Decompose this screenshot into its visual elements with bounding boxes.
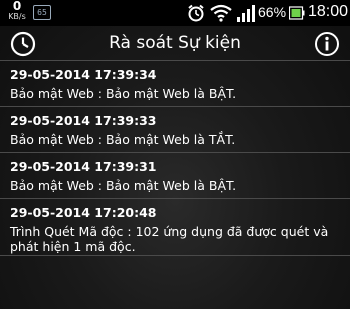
event-time: 29-05-2014 17:39:31 [10,159,157,174]
sim-icon: 65 [33,5,51,20]
event-message: Bảo mật Web : Bảo mật Web là TẮT. [10,132,236,147]
event-item[interactable]: 29-05-2014 17:39:34 Bảo mật Web : Bảo mậ… [0,60,350,106]
wifi-icon [210,4,232,22]
network-speed-unit: KB/s [8,12,26,21]
event-item[interactable]: 29-05-2014 17:20:48 Trình Quét Mã độc : … [0,198,350,256]
action-bar: Rà soát Sự kiện [0,26,350,60]
alarm-icon [188,4,204,22]
network-speed-indicator: 0 KB/s [4,0,30,22]
event-item[interactable]: 29-05-2014 17:39:33 Bảo mật Web : Bảo mậ… [0,106,350,152]
battery-percent: 66% [258,4,287,20]
event-list: 29-05-2014 17:39:34 Bảo mật Web : Bảo mậ… [0,60,350,256]
info-icon[interactable] [314,31,340,57]
event-time: 29-05-2014 17:20:48 [10,205,157,220]
status-bar: 0 KB/s 65 66% 18:00 [0,0,350,26]
event-time: 29-05-2014 17:39:34 [10,67,157,82]
network-speed-value: 0 [12,0,22,13]
clock: 18:00 [308,3,349,20]
event-item[interactable]: 29-05-2014 17:39:31 Bảo mật Web : Bảo mậ… [0,152,350,198]
event-message: Bảo mật Web : Bảo mật Web là BẬT. [10,86,237,101]
event-message: Trình Quét Mã độc : 102 ứng dụng đã được… [10,224,329,254]
page-title: Rà soát Sự kiện [109,33,241,53]
event-time: 29-05-2014 17:39:33 [10,113,157,128]
signal-icon [237,5,255,22]
battery-icon [289,6,305,20]
event-message: Bảo mật Web : Bảo mật Web là BẬT. [10,178,237,193]
